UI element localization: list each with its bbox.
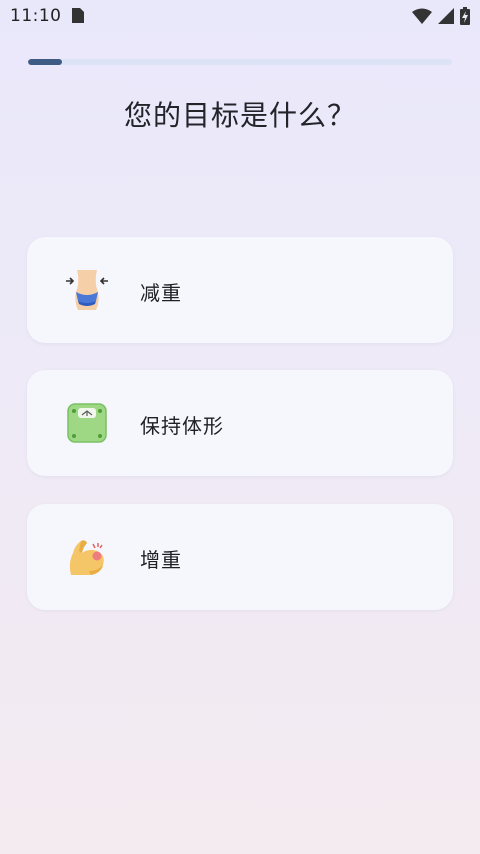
sim-card-icon xyxy=(72,8,84,23)
page-title: 您的目标是什么？ xyxy=(123,99,356,132)
goal-option-lose-weight[interactable]: 减重 xyxy=(27,237,453,343)
status-icons xyxy=(412,6,470,26)
flexed-bicep-icon xyxy=(69,540,104,575)
status-bar: 11:10 xyxy=(0,0,480,32)
progress-fill xyxy=(28,59,62,65)
onboarding-progress-bar xyxy=(28,59,452,65)
goal-option-maintain-shape[interactable]: 保持体形 xyxy=(27,370,453,476)
goal-label: 保持体形 xyxy=(140,414,224,438)
wifi-icon xyxy=(412,8,432,24)
battery-charging-icon xyxy=(460,7,470,25)
status-time: 11:10 xyxy=(10,6,62,26)
goal-option-gain-weight[interactable]: 增重 xyxy=(27,504,453,610)
waist-slimming-icon xyxy=(66,270,108,310)
cellular-signal-icon xyxy=(438,8,454,24)
goal-label: 减重 xyxy=(140,281,182,305)
goal-label: 增重 xyxy=(140,548,182,572)
bathroom-scale-icon xyxy=(67,403,107,443)
